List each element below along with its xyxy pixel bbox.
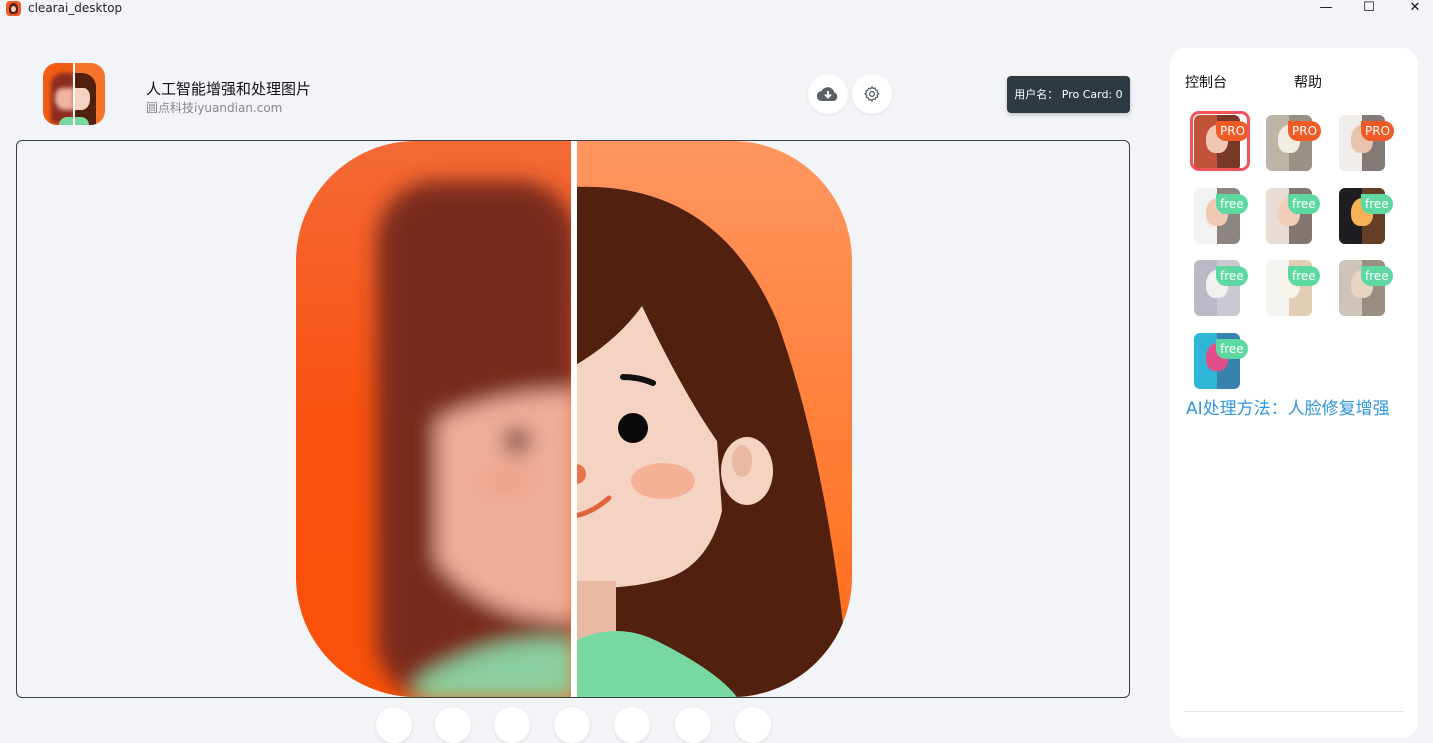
app-logo xyxy=(43,63,105,125)
sidebar-divider xyxy=(1184,711,1404,712)
free-badge: free xyxy=(1361,266,1393,286)
gear-icon xyxy=(864,86,880,102)
free-badge: free xyxy=(1288,194,1320,214)
user-badge[interactable]: 用户名： Pro Card: 0 xyxy=(1007,76,1130,113)
settings-button[interactable] xyxy=(852,74,892,114)
window-title: clearai_desktop xyxy=(28,1,123,15)
toolbar-button[interactable] xyxy=(675,707,711,743)
app-title: 人工智能增强和处理图片 xyxy=(146,80,312,98)
free-badge: free xyxy=(1288,266,1320,286)
toolbar-button[interactable] xyxy=(376,707,412,743)
title-bar: clearai_desktop — ☐ ✕ xyxy=(0,0,1433,20)
free-badge: free xyxy=(1361,194,1393,214)
toolbar-button[interactable] xyxy=(554,707,590,743)
tab-help[interactable]: 帮助 xyxy=(1294,72,1322,92)
tab-console[interactable]: 控制台 xyxy=(1185,72,1227,92)
toolbar-button[interactable] xyxy=(435,707,471,743)
cloud-download-icon xyxy=(817,87,838,102)
free-badge: free xyxy=(1216,194,1248,214)
toolbar-button[interactable] xyxy=(735,707,771,743)
compare-divider[interactable] xyxy=(571,141,577,697)
comparison-image xyxy=(296,141,852,697)
free-badge: free xyxy=(1216,339,1248,359)
minimize-button[interactable]: — xyxy=(1306,0,1346,18)
app-icon xyxy=(6,1,21,16)
image-compare-canvas[interactable] xyxy=(16,140,1130,698)
toolbar-button[interactable] xyxy=(614,707,650,743)
selected-model-outline xyxy=(1190,111,1250,171)
download-button[interactable] xyxy=(808,74,848,114)
ai-method-label: AI处理方法：人脸修复增强 xyxy=(1186,399,1390,419)
close-button[interactable]: ✕ xyxy=(1395,0,1433,18)
pro-badge: PRO xyxy=(1361,121,1395,141)
app-subtitle: 圆点科技iyuandian.com xyxy=(146,101,283,115)
maximize-button[interactable]: ☐ xyxy=(1349,0,1389,18)
free-badge: free xyxy=(1216,266,1248,286)
pro-badge: PRO xyxy=(1288,121,1322,141)
toolbar-button[interactable] xyxy=(494,707,530,743)
